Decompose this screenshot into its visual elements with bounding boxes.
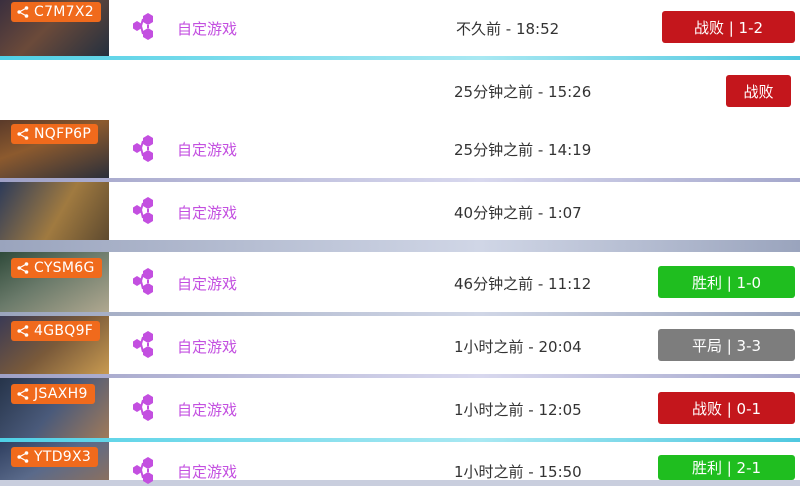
- result-badge: 战败: [726, 75, 791, 107]
- match-time: 40分钟之前 - 1:07: [454, 204, 582, 222]
- match-time: 46分钟之前 - 11:12: [454, 275, 592, 293]
- result-badge: 胜利 | 1-0: [658, 266, 795, 298]
- custom-game-icon: [133, 197, 153, 224]
- match-time: 1小时之前 - 20:04: [454, 338, 582, 356]
- share-icon: [17, 325, 29, 337]
- match-time: 不久前 - 18:52: [456, 20, 560, 38]
- custom-game-icon: [133, 135, 153, 162]
- share-icon: [17, 6, 29, 18]
- result-badge: 平局 | 3-3: [658, 329, 795, 361]
- match-time: 1小时之前 - 12:05: [454, 401, 582, 419]
- share-code-button[interactable]: NQFP6P: [11, 124, 99, 144]
- result-badge: 胜利 | 2-1: [658, 455, 795, 480]
- map-thumbnail: NQFP6P: [0, 120, 109, 178]
- match-row[interactable]: 4GBQ9F 自定游戏 1小时之前 - 20:04 平局 | 3-3: [0, 316, 800, 374]
- map-thumbnail: [0, 182, 109, 240]
- map-thumbnail: 4GBQ9F: [0, 316, 109, 374]
- share-code-button[interactable]: 4GBQ9F: [11, 321, 101, 341]
- share-code: JSAXH9: [34, 386, 88, 402]
- match-row[interactable]: NQFP6P 自定游戏 25分钟之前 - 14:19: [0, 120, 800, 178]
- match-time: 1小时之前 - 15:50: [454, 463, 582, 481]
- match-row[interactable]: YTD9X3 自定游戏 1小时之前 - 15:50 胜利 | 2-1: [0, 442, 800, 484]
- share-code-button[interactable]: CYSM6G: [11, 258, 102, 278]
- result-badge: 战败 | 0-1: [658, 392, 795, 424]
- share-icon: [17, 262, 29, 274]
- game-mode: 自定游戏: [177, 141, 238, 159]
- row-divider: [0, 240, 800, 252]
- share-code: YTD9X3: [34, 449, 92, 465]
- game-mode: 自定游戏: [177, 275, 238, 293]
- share-icon: [17, 388, 29, 400]
- match-time: 25分钟之前 - 14:19: [454, 141, 592, 159]
- share-icon: [17, 128, 29, 140]
- match-row[interactable]: 25分钟之前 - 15:26 战败: [0, 60, 800, 120]
- map-thumbnail: C7M7X2: [0, 0, 109, 56]
- match-row[interactable]: JSAXH9 自定游戏 1小时之前 - 12:05 战败 | 0-1: [0, 378, 800, 438]
- share-code: CYSM6G: [34, 260, 95, 276]
- map-thumbnail: CYSM6G: [0, 252, 109, 312]
- custom-game-icon: [133, 268, 153, 295]
- game-mode: 自定游戏: [177, 401, 238, 419]
- map-thumbnail: JSAXH9: [0, 378, 109, 438]
- custom-game-icon: [133, 457, 153, 484]
- custom-game-icon: [133, 13, 153, 40]
- share-code-button[interactable]: YTD9X3: [11, 447, 99, 467]
- custom-game-icon: [133, 394, 153, 421]
- result-badge: 战败 | 1-2: [662, 11, 795, 43]
- custom-game-icon: [133, 331, 153, 358]
- share-code-button[interactable]: C7M7X2: [11, 2, 101, 22]
- match-row[interactable]: CYSM6G 自定游戏 46分钟之前 - 11:12 胜利 | 1-0: [0, 252, 800, 312]
- share-icon: [17, 451, 29, 463]
- share-code-button[interactable]: JSAXH9: [11, 384, 95, 404]
- share-code: NQFP6P: [34, 126, 92, 142]
- share-code: 4GBQ9F: [34, 323, 94, 339]
- match-row[interactable]: 自定游戏 40分钟之前 - 1:07: [0, 182, 800, 240]
- match-time: 25分钟之前 - 15:26: [454, 83, 592, 101]
- game-mode: 自定游戏: [177, 20, 238, 38]
- game-mode: 自定游戏: [177, 463, 238, 481]
- game-mode: 自定游戏: [177, 338, 238, 356]
- match-row[interactable]: C7M7X2 自定游戏 不久前 - 18:52 战败 | 1-2: [0, 0, 800, 56]
- map-thumbnail: YTD9X3: [0, 442, 109, 480]
- share-code: C7M7X2: [34, 4, 94, 20]
- game-mode: 自定游戏: [177, 204, 238, 222]
